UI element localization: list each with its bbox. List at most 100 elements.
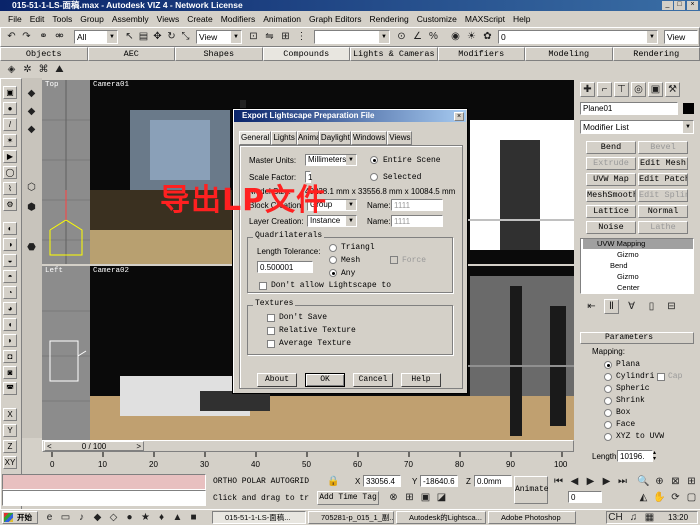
minimize-button[interactable]: _	[662, 1, 673, 10]
mapping-box-radio[interactable]	[604, 409, 612, 417]
quicklaunch-ie-icon[interactable]: e	[42, 510, 57, 525]
selection-filter-dropdown[interactable]: All ▼	[74, 30, 118, 44]
named-selection-dropdown[interactable]: ▼	[314, 30, 390, 44]
select-icon[interactable]: ↖	[122, 29, 137, 44]
terrain-icon[interactable]: ⛰	[52, 62, 67, 77]
stack-item-uvw-mapping[interactable]: UVW Mapping	[583, 239, 693, 249]
unlink-icon[interactable]: ⚮	[52, 29, 67, 44]
modifier-list-dropdown[interactable]: Modifier List ▼	[580, 120, 694, 134]
modify-icon-10[interactable]: ◙	[3, 366, 17, 379]
remove-modifier-icon[interactable]: ▯	[644, 299, 659, 314]
parameters-rollout-header[interactable]: Parameters	[580, 332, 694, 344]
boolean-icon[interactable]: ◈	[4, 62, 19, 77]
stack-item-bend[interactable]: Bend	[596, 261, 628, 270]
viewport-left[interactable]: Left	[42, 266, 90, 440]
link-icon[interactable]: ⚭	[36, 29, 51, 44]
help-button[interactable]: Help	[401, 373, 441, 387]
tab-lights-cameras[interactable]: Lights & Cameras	[350, 47, 438, 61]
zoom-all-icon[interactable]: ⊕	[652, 474, 667, 489]
close-button[interactable]: ×	[687, 1, 698, 10]
display-panel-icon[interactable]: ▣	[648, 82, 663, 97]
show-end-result-icon[interactable]: Ⅱ	[604, 299, 619, 314]
uvw-map-button[interactable]: UVW Map	[586, 173, 636, 186]
time-slider-next-icon[interactable]: >	[136, 442, 141, 451]
layer-dropdown[interactable]: 0 ▼	[498, 30, 658, 44]
taskbar-item-photoshop[interactable]: Adobe Photoshop	[488, 511, 576, 524]
mapping-shrink-radio[interactable]	[604, 397, 612, 405]
lock-selection-icon[interactable]: 🔒	[326, 474, 341, 489]
menu-maxscript[interactable]: MAXScript	[461, 14, 509, 24]
noise-button[interactable]: Noise	[586, 221, 636, 234]
bend-button[interactable]: Bend	[586, 141, 636, 154]
reference-coordinate-dropdown[interactable]: View ▼	[196, 30, 242, 44]
dialog-tab-general[interactable]: General	[239, 131, 272, 145]
mapping-cylindrical-radio[interactable]	[604, 373, 612, 381]
mapping-planar-radio[interactable]	[604, 361, 612, 369]
zoom-icon[interactable]: 🔍	[636, 474, 651, 489]
quicklaunch-media-icon[interactable]: ♪	[74, 510, 89, 525]
quicklaunch-app2-icon[interactable]: ◇	[106, 510, 121, 525]
maxscript-listener[interactable]	[2, 474, 206, 490]
tool-icon-c[interactable]: ◆	[24, 122, 39, 137]
quicklaunch-app3-icon[interactable]: ●	[122, 510, 137, 525]
taskbar-item-viz[interactable]: 015-51-1-LS-面稿...	[212, 511, 306, 524]
quicklaunch-app5-icon[interactable]: ♦	[154, 510, 169, 525]
about-button[interactable]: About	[257, 373, 297, 387]
master-units-dropdown[interactable]: Millimeters ▼	[305, 154, 357, 166]
axis-xy-button[interactable]: XY	[3, 456, 17, 469]
scatter-icon[interactable]: ✲	[20, 62, 35, 77]
timeline-ruler[interactable]: 0 10 20 30 40 50 60 70 80 90 100	[42, 452, 574, 472]
tab-objects[interactable]: Objects	[0, 47, 88, 61]
array-icon[interactable]: ⋮	[294, 29, 309, 44]
dialog-close-icon[interactable]: ×	[454, 112, 464, 121]
key-mode-icon[interactable]: ⊞	[402, 490, 417, 505]
average-texture-checkbox[interactable]	[267, 340, 275, 348]
edit-spline-button[interactable]: Edit Spline	[638, 189, 688, 202]
tool-icon-d[interactable]: ⬡	[24, 180, 39, 195]
orbit-icon[interactable]: ⟳	[668, 490, 683, 505]
redo-icon[interactable]: ↷	[19, 29, 34, 44]
dont-allow-checkbox[interactable]	[259, 282, 267, 290]
ok-button[interactable]: OK	[305, 373, 345, 387]
menu-assembly[interactable]: Assembly	[108, 14, 153, 24]
tab-modifiers[interactable]: Modifiers	[437, 47, 525, 61]
lattice-button[interactable]: Lattice	[586, 205, 636, 218]
mirror-icon[interactable]: ⇋	[262, 29, 277, 44]
dialog-tab-lights[interactable]: Lights	[271, 131, 297, 145]
create-camera-icon[interactable]: ▶	[3, 150, 17, 163]
bevel-button[interactable]: Bevel	[638, 141, 688, 154]
create-helper-icon[interactable]: ◯	[3, 166, 17, 179]
axis-y-button[interactable]: Y	[3, 424, 17, 437]
menu-graph-editors[interactable]: Graph Editors	[305, 14, 365, 24]
modify-icon-6[interactable]: ◕	[3, 302, 17, 315]
status-modes[interactable]: ORTHO POLAR AUTOGRID	[213, 477, 309, 486]
mapping-spherical-radio[interactable]	[604, 385, 612, 393]
menu-help[interactable]: Help	[509, 14, 534, 24]
length-tolerance-field[interactable]: 0.500001	[257, 261, 313, 273]
menu-group[interactable]: Group	[76, 14, 108, 24]
normal-button[interactable]: Normal	[638, 205, 688, 218]
menu-edit[interactable]: Edit	[26, 14, 49, 24]
modify-icon-9[interactable]: ◘	[3, 350, 17, 363]
tray-network-icon[interactable]: ▦	[642, 510, 657, 525]
edit-mesh-button[interactable]: Edit Mesh	[638, 157, 688, 170]
object-name-field[interactable]: Plane01	[580, 102, 678, 115]
playback-icon[interactable]: ◪	[434, 490, 449, 505]
x-coordinate-field[interactable]: 33056.4	[363, 475, 401, 487]
rotate-icon[interactable]: ↻	[164, 29, 179, 44]
current-frame-field[interactable]: 0	[568, 491, 602, 503]
create-sphere-icon[interactable]: ●	[3, 102, 17, 115]
play-icon[interactable]: ▶	[583, 474, 598, 489]
stack-item-gizmo-1[interactable]: Gizmo	[617, 250, 639, 259]
any-radio[interactable]	[329, 269, 337, 277]
time-slider-prev-icon[interactable]: <	[47, 442, 52, 451]
pan-icon[interactable]: ✋	[652, 490, 667, 505]
create-light-icon[interactable]: ✶	[3, 134, 17, 147]
cap-checkbox[interactable]	[657, 373, 665, 381]
go-to-start-icon[interactable]: ⏮	[551, 474, 566, 489]
scale-icon[interactable]: ⤡	[178, 29, 193, 44]
axis-z-button[interactable]: Z	[3, 440, 17, 453]
undo-icon[interactable]: ↶	[4, 29, 19, 44]
mesh-radio[interactable]	[329, 256, 337, 264]
axis-x-button[interactable]: X	[3, 408, 17, 421]
